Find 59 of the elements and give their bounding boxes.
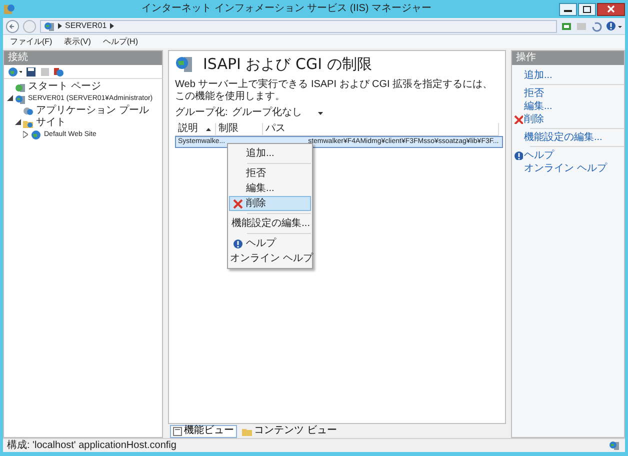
action-link[interactable]: 編集... xyxy=(524,100,552,112)
group-by-label: グループ化: xyxy=(175,107,228,119)
feature-icon xyxy=(175,55,195,73)
menu-item[interactable]: 表示(V) xyxy=(64,36,91,46)
menu-item[interactable]: 機能設定の編集... xyxy=(229,216,311,231)
menu-item[interactable]: 追加... xyxy=(229,146,311,161)
panel-header: 接続 xyxy=(4,51,162,65)
action-link[interactable]: 拒否 xyxy=(524,88,544,100)
tree-item[interactable]: アプリケーション プール xyxy=(36,105,149,117)
expander-icon[interactable] xyxy=(22,130,29,140)
delete-icon xyxy=(514,115,522,124)
action-link[interactable]: オンライン ヘルプ xyxy=(524,162,607,174)
close-button[interactable] xyxy=(607,5,615,13)
separator-arrow-icon xyxy=(110,21,114,31)
status-text: 構成: 'localhost' applicationHost.config xyxy=(7,440,176,452)
tree-item[interactable]: スタート ページ xyxy=(28,81,101,93)
save-icon[interactable] xyxy=(26,66,36,76)
action-link[interactable]: 機能設定の編集... xyxy=(524,132,602,144)
caret-icon xyxy=(318,112,323,114)
start-page-icon xyxy=(15,82,26,92)
action-link[interactable]: 追加... xyxy=(524,70,552,82)
page-title: ISAPI および CGI の制限 xyxy=(203,55,372,73)
menu-item[interactable]: オンライン ヘルプ xyxy=(229,251,311,266)
menu-item[interactable]: ヘルプ xyxy=(229,236,311,251)
app-icon xyxy=(3,3,15,15)
expander-icon[interactable] xyxy=(14,119,21,127)
description-text: Web サーバー上で実行できる ISAPI および CGI 拡張を指定するには、この機能を使用します。 xyxy=(175,79,494,103)
globe-icon[interactable] xyxy=(8,66,22,76)
action-link[interactable]: 削除 xyxy=(524,114,544,126)
server-icon xyxy=(44,20,55,32)
globe-icon xyxy=(31,130,42,140)
column-header[interactable]: 制限 xyxy=(216,123,263,135)
breadcrumb-link[interactable]: SERVER01 xyxy=(65,21,107,31)
separator-arrow-icon xyxy=(58,21,62,31)
folder-icon xyxy=(242,426,252,436)
server-icon xyxy=(15,94,26,104)
refresh-icon[interactable] xyxy=(591,20,602,32)
group-by-dropdown[interactable]: グループ化なし xyxy=(232,107,323,119)
view-tab[interactable]: コンテンツ ビュー xyxy=(239,424,340,438)
menu-item[interactable]: 編集... xyxy=(229,181,311,196)
menu-item[interactable]: 削除 xyxy=(229,196,311,211)
menu-item[interactable]: ヘルプ(H) xyxy=(102,36,138,46)
tree-item[interactable]: サイト xyxy=(36,117,66,129)
panel-header: 操作 xyxy=(512,51,624,65)
column-header[interactable]: 説明 xyxy=(175,123,216,135)
network-status-icon xyxy=(609,440,621,451)
menu-item[interactable]: 拒否 xyxy=(229,166,311,181)
delete-icon xyxy=(233,198,243,208)
window-title: インターネット インフォメーション サービス (IIS) マネージャー xyxy=(140,3,432,15)
expander-icon[interactable] xyxy=(6,95,13,103)
menu-item[interactable]: ファイル(F) xyxy=(10,36,52,46)
address-field[interactable]: SERVER01 xyxy=(40,20,557,32)
back-button-icon[interactable] xyxy=(6,20,19,32)
app-pool-icon xyxy=(23,106,34,116)
column-header[interactable]: パス xyxy=(262,123,500,135)
maximize-button[interactable] xyxy=(583,6,591,12)
action-link[interactable]: ヘルプ xyxy=(524,150,554,162)
view-tab[interactable]: 機能ビュー xyxy=(170,424,237,438)
feature-view-icon xyxy=(173,426,182,436)
